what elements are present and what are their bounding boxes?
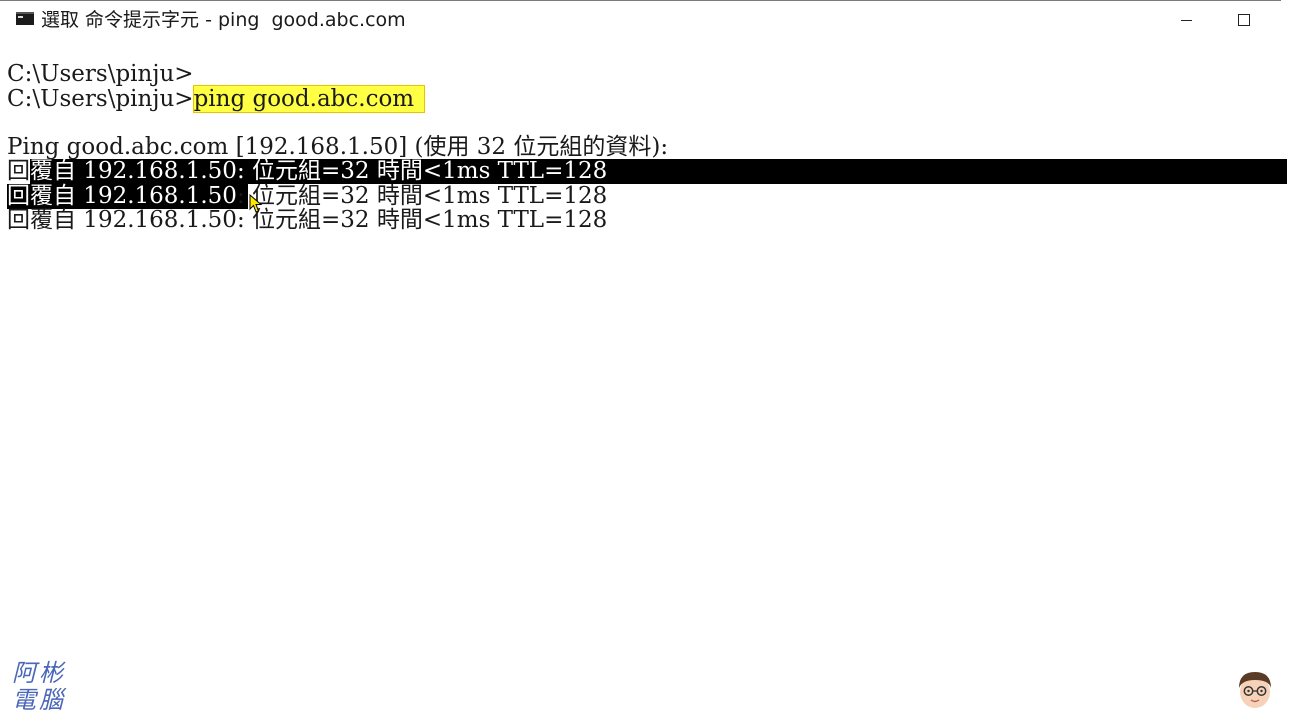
minimize-button[interactable] <box>1166 3 1206 37</box>
reply-line: 回覆自 192.168.1.50: 位元組=32 時間<1ms TTL=128 <box>7 159 607 184</box>
reply-text: 回 <box>7 158 30 184</box>
console-line: Ping good.abc.com [192.168.1.50] (使用 32 … <box>7 134 669 160</box>
maximize-button[interactable] <box>1224 3 1264 37</box>
console-line: C:\Users\pinju> <box>7 61 194 87</box>
console-line: C:\Users\pinju>ping good.abc.com <box>7 85 426 113</box>
reply-line: 回覆自 192.168.1.50: 位元組=32 時間<1ms TTL=128 <box>7 184 607 209</box>
console-icon <box>16 12 34 25</box>
title-bar[interactable]: 選取 命令提示字元 - ping good.abc.com <box>0 1 1281 37</box>
reply-text: : 位元組=32 時間<1ms TTL=128 <box>236 183 608 209</box>
cmd-window: 選取 命令提示字元 - ping good.abc.com C:\Users\p… <box>0 0 1303 718</box>
mouse-cursor-icon <box>249 194 263 213</box>
selected-reply-text: 回覆自 192.168.1.50 <box>7 183 237 209</box>
watermark-logo: 阿彬 電腦 <box>12 659 66 714</box>
prompt-text: C:\Users\pinju> <box>7 86 194 112</box>
selected-reply-text: 覆自 192.168.1.50: 位元組=32 時間<1ms TTL=128 <box>30 158 608 184</box>
avatar-icon <box>1239 672 1271 708</box>
window-title: 選取 命令提示字元 - ping good.abc.com <box>41 9 406 31</box>
highlighted-command: ping good.abc.com <box>192 85 426 113</box>
console-output[interactable]: C:\Users\pinju> C:\Users\pinju>ping good… <box>0 62 1303 662</box>
reply-line: 回覆自 192.168.1.50: 位元組=32 時間<1ms TTL=128 <box>7 207 608 233</box>
